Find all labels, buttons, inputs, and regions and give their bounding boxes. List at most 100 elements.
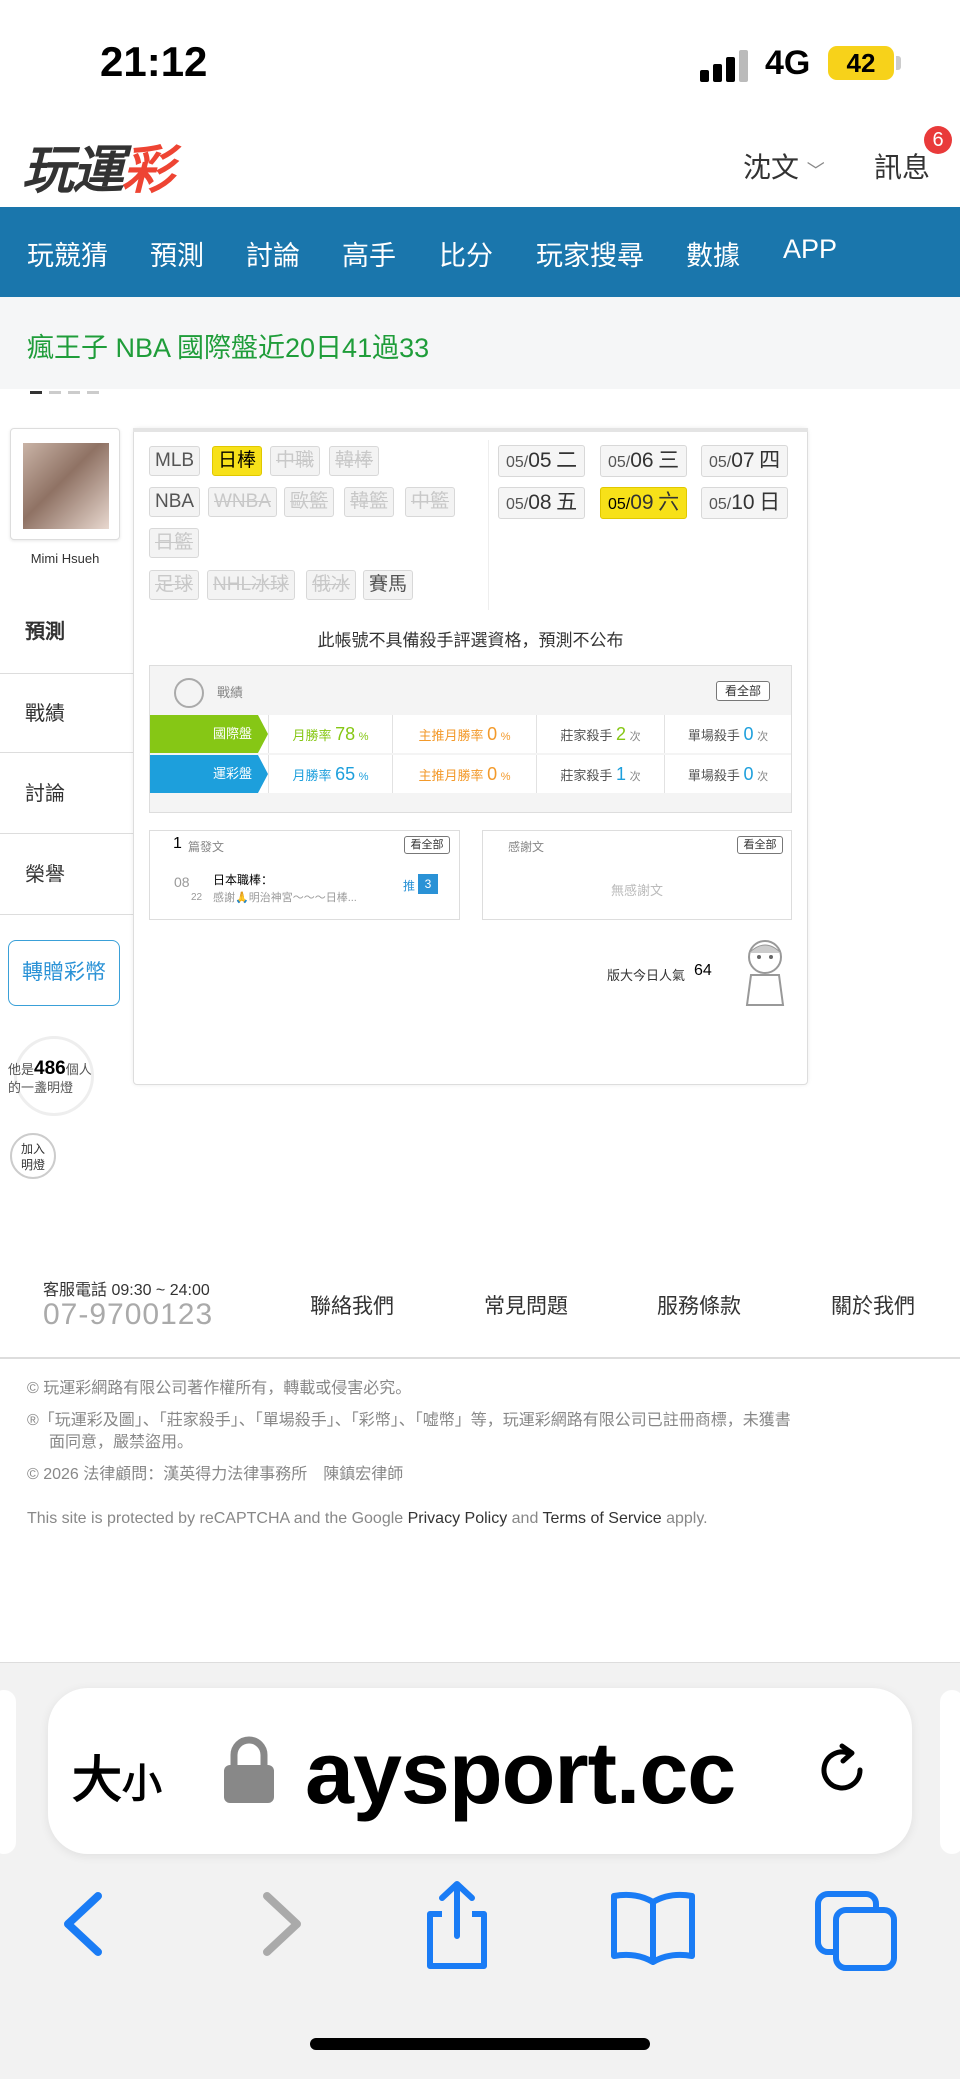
popularity-value: 64 [694,962,712,979]
copyright-text: © 玩運彩網路有限公司著作權所有，轉載或侵害必究。 [27,1380,412,1397]
record-row-label: 國際盤 [150,715,268,753]
nav-item-scores[interactable]: 比分 [439,234,493,273]
league-tag[interactable]: MLB [149,446,201,476]
side-tab-honor[interactable]: 榮譽 [0,835,133,915]
avatar-image [23,443,109,529]
article-count: 1 [173,835,182,852]
record-cell-main: 主推月勝率 0 % [392,755,536,793]
nav-item-discuss[interactable]: 討論 [246,234,300,273]
chevron-down-icon: ﹀ [806,161,825,181]
thanks-label: 感謝文 [508,840,545,854]
league-tag: 足球 [149,570,200,600]
footer-link-faq[interactable]: 常見問題 [484,1290,568,1320]
date-tab[interactable]: 05/06 三 [600,445,688,477]
status-time: 21:12 [100,38,208,85]
record-cell-bank: 莊家殺手 1 次 [536,755,664,793]
panel-top-border [133,428,808,432]
date-tab[interactable]: 05/05 二 [498,445,586,477]
footer-link-terms[interactable]: 服務條款 [657,1290,741,1320]
date-tab[interactable]: 05/10 日 [701,487,789,519]
thanks-empty: 無感謝文 [610,883,663,898]
league-tag: 歐籃 [284,487,335,517]
record-cell-win: 月勝率 78 % [268,715,392,753]
date-tab[interactable]: 05/09 六 [600,487,688,519]
gift-coins-button[interactable]: 轉贈彩幣 [8,940,120,1006]
mascot-icon [745,940,785,1006]
league-tag: 中職 [270,446,321,476]
record-row: 運彩盤 月勝率 65 % 主推月勝率 0 % 莊家殺手 1 次單場殺手 0 次 [150,755,791,793]
side-tab-discuss[interactable]: 討論 [0,754,133,834]
share-icon[interactable] [412,1876,502,1972]
thanks-view-all-button[interactable]: 看全部 [737,836,783,854]
avatar[interactable] [10,428,120,540]
league-tag: WNBA [208,487,277,517]
reload-icon[interactable] [812,1740,872,1800]
league-tag: 中籃 [405,487,456,517]
record-cell-bank: 莊家殺手 2 次 [536,715,664,753]
side-tab-record[interactable]: 戰績 [0,673,133,753]
footer-link-contact[interactable]: 聯絡我們 [310,1290,394,1320]
lamp-follower-text: 他是486個人 的一盞明燈 [8,1058,92,1095]
user-menu[interactable]: 沈文 ﹀ [743,146,825,186]
messages-badge: 6 [924,126,952,154]
article-label: 篇發文 [188,840,225,854]
ticker-pagination [30,381,106,399]
privacy-policy-link[interactable]: Privacy Policy [408,1510,508,1527]
record-cell-win: 月勝率 65 % [268,755,392,793]
record-title: 戰績 [217,685,244,700]
record-cell-main: 主推月勝率 0 % [392,715,536,753]
league-tag[interactable]: 日棒 [212,446,263,476]
nav-item-predict[interactable]: 預測 [150,234,204,273]
divider [488,440,489,610]
join-lamp-button[interactable]: 加入 明燈 [10,1133,56,1179]
nav-item-data[interactable]: 數據 [686,234,740,273]
trademark-text: ®「玩運彩及圖」、「莊家殺手」、「單場殺手」、「彩幣」、「嘘幣」等，玩運彩網路有… [27,1412,791,1451]
nav-item-quiz[interactable]: 玩競猜 [27,234,108,273]
tabs-icon[interactable] [812,1876,902,1972]
record-row: 國際盤 月勝率 78 % 主推月勝率 0 % 莊家殺手 2 次單場殺手 0 次 [150,715,791,753]
site-logo[interactable]: 玩運彩 [22,128,174,203]
prediction-notice: 此帳號不具備殺手評選資格，預測不公布 [317,631,624,650]
home-indicator [310,2038,650,2050]
nav-item-app[interactable]: APP [783,234,837,265]
service-phone[interactable]: 07-9700123 [43,1298,213,1332]
record-view-all-button[interactable]: 看全部 [716,681,770,701]
bookmarks-icon[interactable] [608,1876,698,1972]
footer-link-about[interactable]: 關於我們 [831,1290,915,1320]
profile-name: Mimi Hsueh [30,551,100,566]
article-snippet[interactable]: 感謝🙏明治神宮～～～日棒... [213,889,357,905]
article-title[interactable]: 日本職棒： [213,871,273,888]
nav-item-player-search[interactable]: 玩家搜尋 [536,234,644,273]
recaptcha-text: This site is protected by reCAPTCHA and … [27,1510,708,1527]
network-type: 4G [765,44,811,82]
signal-icon [700,48,752,82]
battery-icon: 42 [828,46,894,80]
league-tag[interactable]: 賽馬 [363,570,414,600]
text-size-button[interactable]: 大小 [72,1740,162,1812]
lock-icon [224,1736,274,1803]
footer-divider [0,1357,960,1359]
terms-of-service-link[interactable]: Terms of Service [543,1510,662,1527]
ticker-headline[interactable]: 瘋王子 NBA 國際盤近20日41過33 [27,326,429,365]
forward-icon[interactable] [235,1876,325,1972]
league-tag: 韓籃 [344,487,395,517]
url-text[interactable]: aysport.cc [305,1722,736,1824]
date-tab[interactable]: 05/07 四 [701,445,789,477]
articles-view-all-button[interactable]: 看全部 [404,836,450,854]
legal-counsel-text: © 2026 法律顧問：漢英得力法律事務所 陳鎮宏律師 [27,1466,404,1483]
nav-item-experts[interactable]: 高手 [342,234,396,273]
article-push-label: 推 [403,879,416,893]
article-push-count: 3 [418,874,438,894]
side-tab-predict[interactable]: 預測 [0,592,133,672]
next-tab-peek[interactable] [940,1690,960,1854]
date-tab[interactable]: 05/08 五 [498,487,586,519]
league-tag: 日籃 [149,528,200,558]
popularity-label: 版大今日人氣 [607,968,686,983]
prev-tab-peek[interactable] [0,1690,16,1854]
main-nav: 玩競猜 預測 討論 高手 比分 玩家搜尋 數據 APP [0,207,960,297]
record-cell-single: 單場殺手 0 次 [664,755,791,793]
record-row-label: 運彩盤 [150,755,268,793]
league-tag[interactable]: NBA [149,487,201,517]
messages-link[interactable]: 訊息 [874,146,930,186]
back-icon[interactable] [40,1876,130,1972]
